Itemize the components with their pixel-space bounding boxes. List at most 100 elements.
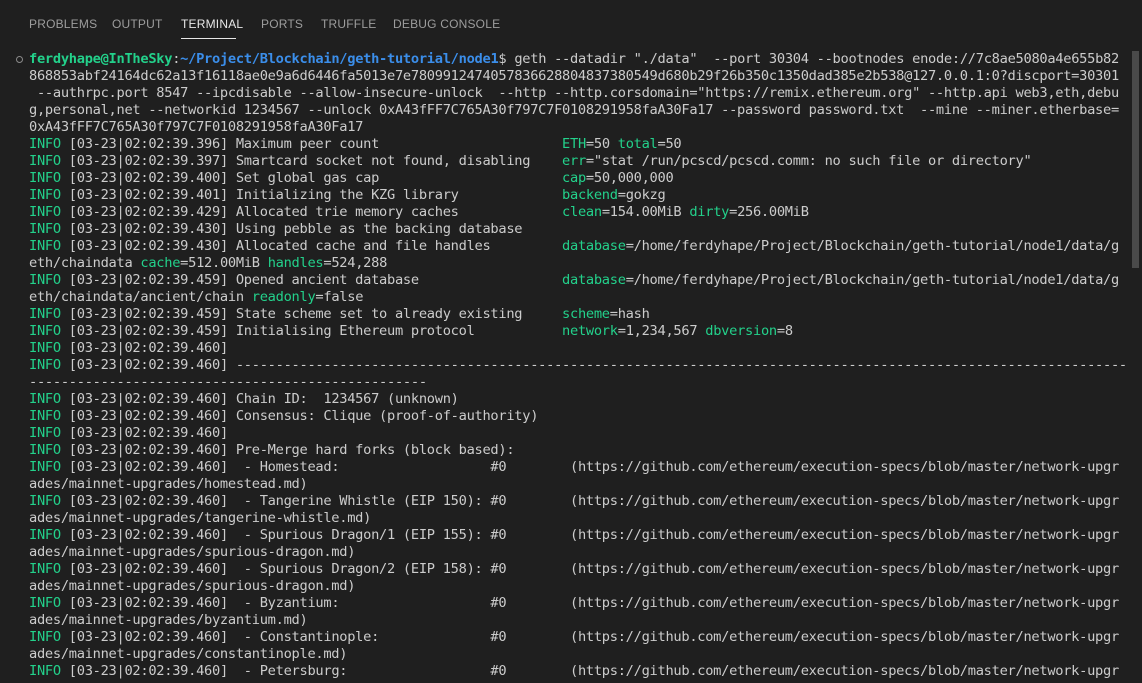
log-value: =512.00MiB — [180, 255, 268, 271]
log-message: eth/chaindata — [29, 255, 141, 271]
log-lines: INFO [03-23|02:02:39.396] Maximum peer c… — [29, 136, 1127, 680]
prompt-symbol: $ — [498, 51, 515, 67]
log-line: eth/chaindata cache=512.00MiB handles=52… — [29, 255, 1127, 272]
tab-problems[interactable]: PROBLEMS — [29, 17, 97, 31]
log-level: INFO — [29, 629, 61, 645]
terminal-command-line: ferdyhape@InTheSky:~/Project/Blockchain/… — [29, 51, 1127, 68]
log-level: INFO — [29, 357, 61, 373]
log-level: INFO — [29, 425, 61, 441]
log-value: =1,234,567 — [617, 323, 706, 339]
log-level: INFO — [29, 340, 61, 356]
panel-tab-bar: PROBLEMS OUTPUT TERMINAL PORTS TRUFFLE D… — [0, 0, 1142, 48]
log-level: INFO — [29, 459, 61, 475]
log-line: INFO [03-23|02:02:39.460] — [29, 425, 1127, 442]
log-value: =256.00MiB — [729, 204, 809, 220]
log-level: INFO — [29, 527, 61, 543]
log-line: INFO [03-23|02:02:39.460] - Petersburg: … — [29, 663, 1127, 680]
log-value: =false — [315, 289, 364, 305]
log-key: dbversion — [705, 323, 777, 339]
log-line: ades/mainnet-upgrades/byzantium.md) — [29, 612, 1127, 629]
log-key: scheme — [562, 306, 610, 322]
log-level: INFO — [29, 408, 61, 424]
tab-terminal[interactable]: TERMINAL — [181, 17, 243, 31]
log-line: INFO [03-23|02:02:39.460] - Spurious Dra… — [29, 561, 1127, 578]
command-continuation: 868853abf24164dc62a13f16118ae0e9a6d6446f… — [29, 68, 1119, 84]
log-level: INFO — [29, 272, 61, 288]
log-message: ades/mainnet-upgrades/byzantium.md) — [29, 612, 308, 628]
log-line: INFO [03-23|02:02:39.460] - Spurious Dra… — [29, 527, 1127, 544]
log-level: INFO — [29, 221, 61, 237]
log-line: INFO [03-23|02:02:39.460] --------------… — [29, 357, 1127, 374]
log-key: cache — [140, 255, 181, 271]
log-line: INFO [03-23|02:02:39.397] Smartcard sock… — [29, 153, 1127, 170]
tab-debug-console[interactable]: DEBUG CONSOLE — [393, 17, 500, 31]
log-level: INFO — [29, 391, 61, 407]
log-line: INFO [03-23|02:02:39.460] - Byzantium: #… — [29, 595, 1127, 612]
log-line: INFO [03-23|02:02:39.400] Set global gas… — [29, 170, 1127, 187]
log-message: eth/chaindata/ancient/chain — [29, 289, 252, 305]
log-message: ades/mainnet-upgrades/constantinople.md) — [29, 646, 348, 662]
log-line: INFO [03-23|02:02:39.459] Initialising E… — [29, 323, 1127, 340]
log-key: dirty — [689, 204, 730, 220]
log-key: total — [617, 136, 658, 152]
log-level: INFO — [29, 204, 61, 220]
log-message: [03-23|02:02:39.460] - Tangerine Whistle… — [60, 493, 1119, 509]
log-message: [03-23|02:02:39.460] - Spurious Dragon/1… — [60, 527, 1119, 543]
tab-output[interactable]: OUTPUT — [112, 17, 163, 31]
log-key: database — [562, 272, 626, 288]
command-text: geth --datadir "./data" --port 30304 --b… — [514, 51, 1119, 67]
log-message: [03-23|02:02:39.460] Chain ID: 1234567 (… — [60, 391, 459, 407]
log-level: INFO — [29, 306, 61, 322]
log-level: INFO — [29, 561, 61, 577]
log-key: readonly — [251, 289, 316, 305]
log-message: ades/mainnet-upgrades/homestead.md) — [29, 476, 308, 492]
log-line: INFO [03-23|02:02:39.460] Chain ID: 1234… — [29, 391, 1127, 408]
log-message: [03-23|02:02:39.429] Allocated trie memo… — [60, 204, 563, 220]
tab-truffle[interactable]: TRUFFLE — [321, 17, 376, 31]
log-key: cap — [562, 170, 586, 186]
log-key: handles — [267, 255, 324, 271]
log-line: INFO [03-23|02:02:39.401] Initializing t… — [29, 187, 1127, 204]
log-key: backend — [562, 187, 618, 203]
log-message: ades/mainnet-upgrades/spurious-dragon.md… — [29, 544, 356, 560]
log-level: INFO — [29, 187, 61, 203]
log-value: =50 — [657, 136, 682, 152]
log-line: ades/mainnet-upgrades/spurious-dragon.md… — [29, 544, 1127, 561]
log-line: ades/mainnet-upgrades/homestead.md) — [29, 476, 1127, 493]
log-message: [03-23|02:02:39.460] -------------------… — [60, 357, 1127, 373]
log-message: [03-23|02:02:39.460] — [60, 425, 228, 441]
log-value: =50 — [585, 136, 618, 152]
terminal-output[interactable]: ferdyhape@InTheSky:~/Project/Blockchain/… — [29, 51, 1127, 683]
log-line: INFO [03-23|02:02:39.460] - Constantinop… — [29, 629, 1127, 646]
log-line: INFO [03-23|02:02:39.460] Pre-Merge hard… — [29, 442, 1127, 459]
log-line: INFO [03-23|02:02:39.429] Allocated trie… — [29, 204, 1127, 221]
log-line: eth/chaindata/ancient/chain readonly=fal… — [29, 289, 1127, 306]
log-message: [03-23|02:02:39.460] Consensus: Clique (… — [60, 408, 539, 424]
log-line: INFO [03-23|02:02:39.430] Allocated cach… — [29, 238, 1127, 255]
prompt-user: ferdyhape@InTheSky — [29, 51, 173, 67]
log-line: INFO [03-23|02:02:39.459] State scheme s… — [29, 306, 1127, 323]
log-line: INFO [03-23|02:02:39.460] Consensus: Cli… — [29, 408, 1127, 425]
log-message: [03-23|02:02:39.460] — [60, 340, 228, 356]
log-value: =/home/ferdyhape/Project/Blockchain/geth… — [625, 238, 1120, 254]
log-line: INFO [03-23|02:02:39.430] Using pebble a… — [29, 221, 1127, 238]
log-value: =/home/ferdyhape/Project/Blockchain/geth… — [625, 272, 1120, 288]
log-level: INFO — [29, 595, 61, 611]
terminal-scrollbar[interactable] — [1132, 51, 1139, 268]
command-continuation: g,personal,net --networkid 1234567 --unl… — [29, 102, 1119, 118]
command-decoration-icon[interactable] — [16, 56, 23, 63]
log-message: [03-23|02:02:39.460] - Byzantium: #0 (ht… — [60, 595, 1119, 611]
prompt-path: ~/Project/Blockchain/geth-tutorial/node1 — [180, 51, 499, 67]
log-line: ----------------------------------------… — [29, 374, 1127, 391]
log-key: err — [562, 153, 586, 169]
log-line: INFO [03-23|02:02:39.459] Opened ancient… — [29, 272, 1127, 289]
log-value: =524,288 — [323, 255, 388, 271]
log-value: =8 — [776, 323, 793, 339]
log-line: INFO [03-23|02:02:39.460] - Tangerine Wh… — [29, 493, 1127, 510]
log-line: INFO [03-23|02:02:39.460] — [29, 340, 1127, 357]
log-key: network — [562, 323, 618, 339]
log-level: INFO — [29, 442, 61, 458]
log-message: [03-23|02:02:39.459] Initialising Ethere… — [60, 323, 563, 339]
log-value: =50,000,000 — [585, 170, 674, 186]
tab-ports[interactable]: PORTS — [261, 17, 303, 31]
